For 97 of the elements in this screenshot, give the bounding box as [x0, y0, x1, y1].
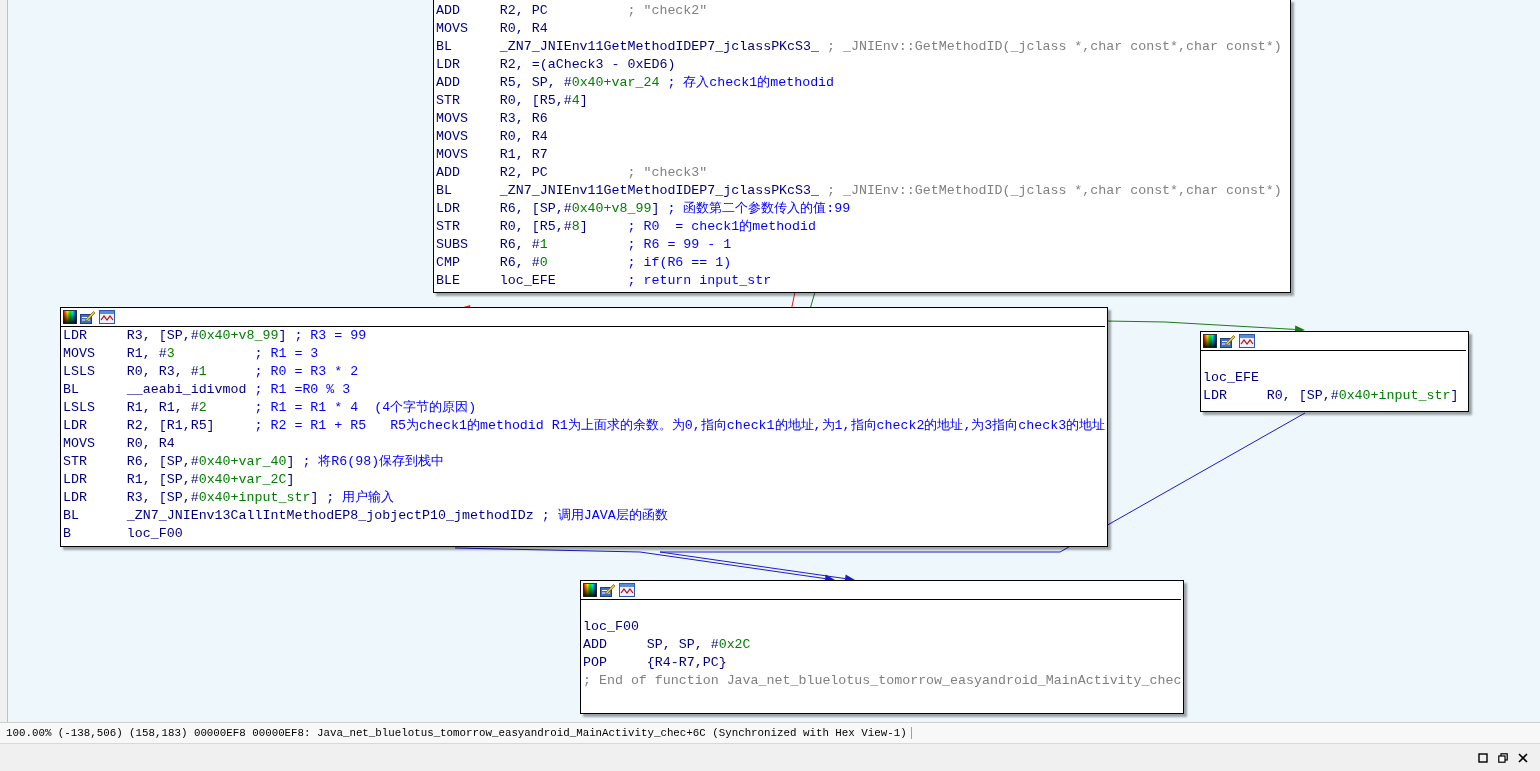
- mnemonic: STR: [436, 92, 461, 110]
- operand: R0, R4: [499, 128, 549, 146]
- operand: R2, [R1,R5]: [126, 417, 216, 435]
- operand: R0, R4: [499, 20, 549, 38]
- operand: loc_F00: [126, 525, 184, 543]
- mnemonic: CMP: [436, 254, 461, 272]
- color-palette-icon[interactable]: [63, 310, 77, 324]
- color-palette-icon[interactable]: [583, 583, 597, 597]
- operand: R1, [SP,#0x40+var_2C]: [126, 471, 295, 489]
- mnemonic: LDR: [436, 200, 461, 218]
- operand: _ZN7_JNIEnv13CallIntMethodEP8_jobjectP10_jmethodIDz: [126, 507, 534, 525]
- mnemonic: ADD: [436, 164, 461, 182]
- comment: ; if(R6 == 1): [627, 254, 732, 272]
- comment: ; 调用JAVA层的函数: [541, 507, 668, 525]
- code-label: loc_F00: [583, 618, 639, 636]
- operand: R2, PC: [499, 164, 549, 182]
- graph-icon[interactable]: [99, 310, 115, 324]
- graph-icon[interactable]: [619, 583, 635, 597]
- mnemonic: SUBS: [436, 236, 469, 254]
- status-text: 100.00% (-138,506) (158,183) 00000EF8 00000EF8: Java_net_bluelotus_tomorrow_easyandroid_MainActivity_chec+6C (Synchronized with Hex View-1): [6, 727, 912, 739]
- mnemonic: MOVS: [436, 146, 469, 164]
- operand: R1, #3: [126, 345, 176, 363]
- comment: ; R3 = 99: [294, 327, 367, 345]
- mnemonic: LSLS: [63, 363, 96, 381]
- pencil-icon[interactable]: [80, 310, 96, 324]
- operand: R0, [R5,#8]: [499, 218, 589, 236]
- mnemonic: LDR: [1203, 387, 1228, 405]
- comment: ; End of function Java_net_bluelotus_tomorrow_easyandroid_MainActivity_chec: [583, 672, 1182, 690]
- comment: ; R1 =R0 % 3: [254, 381, 351, 399]
- comment: ; R1 = R1 * 4 (4个字节的原因): [254, 399, 477, 417]
- operand: __aeabi_idivmod: [126, 381, 247, 399]
- comment: ; 用户输入: [326, 489, 395, 507]
- restore-icon[interactable]: [1498, 753, 1508, 763]
- operand: _ZN7_JNIEnv11GetMethodIDEP7_jclassPKcS3_: [499, 182, 819, 200]
- operand: R0, R3, #1: [126, 363, 208, 381]
- comment: ; _JNIEnv::GetMethodID(_jclass *,char const*,char const*): [827, 182, 1282, 200]
- mnemonic: MOVS: [63, 345, 96, 363]
- comment: ; 函数第二个参数传入的值:99: [667, 200, 851, 218]
- operand: _ZN7_JNIEnv11GetMethodIDEP7_jclassPKcS3_: [499, 38, 819, 56]
- operand: loc_EFE: [499, 272, 557, 290]
- mnemonic: LDR: [63, 417, 88, 435]
- comment: ; "check2": [627, 2, 708, 20]
- comment: ; R2 = R1 + R5 R5为check1的methodid R1为上面求的余数。为0,指向check1的地址,为1,指向check2的地址,为3指向check3的地址: [254, 417, 1106, 435]
- mnemonic: MOVS: [63, 435, 96, 453]
- comment: ; R0 = check1的methodid: [627, 218, 817, 236]
- operand: R1, R1, #2: [126, 399, 208, 417]
- color-palette-icon[interactable]: [1203, 334, 1217, 348]
- operand: R6, #0: [499, 254, 549, 272]
- mnemonic: STR: [436, 218, 461, 236]
- mnemonic: LDR: [63, 489, 88, 507]
- mnemonic: LDR: [63, 327, 88, 345]
- operand: {R4-R7,PC}: [646, 654, 728, 672]
- mnemonic: LSLS: [63, 399, 96, 417]
- comment: ; R6 = 99 - 1: [627, 236, 732, 254]
- comment: ; "check3": [627, 164, 708, 182]
- operand: R1, R7: [499, 146, 549, 164]
- comment: ; _JNIEnv::GetMethodID(_jclass *,char const*,char const*): [827, 38, 1282, 56]
- operand: R0, [SP,#0x40+input_str]: [1266, 387, 1459, 405]
- operand: R3, [SP,#0x40+input_str]: [126, 489, 319, 507]
- operand: R6, #1: [499, 236, 549, 254]
- operand: SP, SP, #0x2C: [646, 636, 752, 654]
- mnemonic: LDR: [436, 56, 461, 74]
- comment: ; 存入check1的methodid: [667, 74, 835, 92]
- operand: R2, PC: [499, 2, 549, 20]
- comment: ; R1 = 3: [254, 345, 319, 363]
- mnemonic: MOVS: [436, 110, 469, 128]
- operand: R6, [SP,#0x40+var_40]: [126, 453, 295, 471]
- mnemonic: MOVS: [436, 20, 469, 38]
- minimize-icon[interactable]: [1478, 753, 1488, 763]
- code-label: loc_EFE: [1203, 369, 1259, 387]
- mnemonic: STR: [63, 453, 88, 471]
- comment: ; return input_str: [627, 272, 772, 290]
- mnemonic: MOVS: [436, 128, 469, 146]
- mnemonic: ADD: [436, 74, 461, 92]
- mnemonic: B: [63, 525, 72, 543]
- mnemonic: BL: [436, 38, 453, 56]
- mnemonic: ADD: [583, 636, 608, 654]
- comment: ; 将R6(98)保存到栈中: [302, 453, 445, 471]
- pencil-icon[interactable]: [600, 583, 616, 597]
- mnemonic: LDR: [63, 471, 88, 489]
- operand: R3, R6: [499, 110, 549, 128]
- graph-icon[interactable]: [1239, 334, 1255, 348]
- mnemonic: BL: [63, 507, 80, 525]
- mnemonic: BL: [63, 381, 80, 399]
- operand: R3, [SP,#0x40+v8_99]: [126, 327, 287, 345]
- mnemonic: ADD: [436, 2, 461, 20]
- operand: R2, =(aCheck3 - 0xED6): [499, 56, 676, 74]
- mnemonic: BL: [436, 182, 453, 200]
- operand: R0, [R5,#4]: [499, 92, 589, 110]
- comment: ; R0 = R3 * 2: [254, 363, 359, 381]
- operand: R6, [SP,#0x40+v8_99]: [499, 200, 660, 218]
- mnemonic: BLE: [436, 272, 461, 290]
- operand: R5, SP, #0x40+var_24: [499, 74, 660, 92]
- close-icon[interactable]: [1518, 753, 1528, 763]
- pencil-icon[interactable]: [1220, 334, 1236, 348]
- operand: R0, R4: [126, 435, 176, 453]
- mnemonic: POP: [583, 654, 608, 672]
